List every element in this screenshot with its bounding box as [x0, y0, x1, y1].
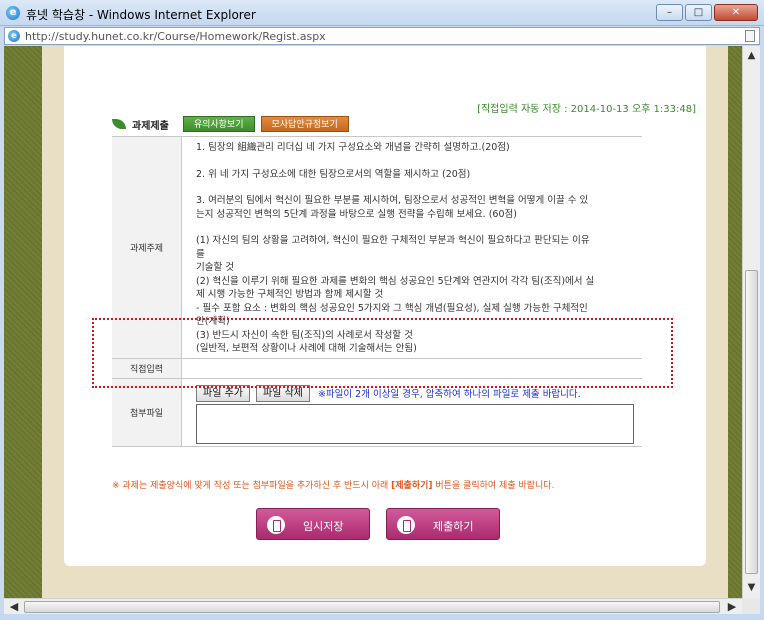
topic-line: 를: [196, 248, 205, 260]
topic-line: 제 시행 가능한 구체적인 방법과 함께 제시할 것: [196, 289, 384, 300]
horizontal-scroll-thumb[interactable]: [24, 601, 720, 613]
leaf-icon: [112, 119, 126, 129]
topic-line: 2. 위 네 가지 구성요소에 대한 팀장으로서의 역할을 제시하고 (20점): [196, 168, 471, 180]
temp-save-button[interactable]: 임시저장: [256, 508, 370, 540]
document-icon: [745, 30, 755, 42]
window-titlebar: e 휴넷 학습창 - Windows Internet Explorer – □…: [0, 0, 764, 26]
submit-label: 제출하기: [433, 520, 474, 533]
notice-text-strong: [제출하기]: [391, 481, 433, 491]
topic-line: (1) 자신의 팀의 상황을 고려하여, 혁신이 필요한 구체적인 부분과 혁신…: [196, 235, 590, 246]
horizontal-scrollbar[interactable]: ◀ ▶: [4, 598, 742, 614]
maximize-button[interactable]: □: [685, 4, 712, 21]
vertical-scroll-thumb[interactable]: [745, 270, 758, 574]
topic-line: 1. 팀장의 組織관리 리더십 네 가지 구성요소와 개념을 간략히 설명하고.…: [196, 142, 510, 153]
content-panel: [직접입력 자동 저장 : 2014-10-13 오후 1:33:48] 과제제…: [64, 46, 706, 566]
scroll-down-arrow-icon[interactable]: ▼: [743, 580, 760, 596]
notice-text-before: ※ 과제는 제출양식에 맞게 작성 또는 첨부파일을 추가하신 후 반드시 아래: [112, 481, 392, 491]
notebook-icon: [267, 516, 285, 534]
topic-line: 3. 여러분의 팀에서 혁신이 필요한 부분를 제시하여, 팀장으로서 성공적인…: [196, 195, 589, 206]
scroll-left-arrow-icon[interactable]: ◀: [6, 599, 22, 615]
window-controls: – □ ✕: [656, 4, 758, 21]
submission-notice: ※ 과제는 제출양식에 맞게 작성 또는 첨부파일을 추가하신 후 반드시 아래…: [112, 478, 554, 491]
submit-button[interactable]: 제출하기: [386, 508, 500, 540]
topic-line: - 필수 포함 요소 : 변화의 핵심 성공요인 5가지와 그 핵심 개념(필요…: [196, 302, 588, 314]
topic-line: 는지 성공적인 변혁의 5단계 과정을 바탕으로 실행 전략을 수립해 보세요.…: [196, 208, 517, 220]
file-note: ※파일이 2개 이상일 경우, 압축하여 하나의 파일로 제출 바랍니다.: [317, 389, 581, 400]
sample-rule-button[interactable]: 모사답안규정보기: [260, 116, 349, 132]
topic-line: 기술할 것: [196, 262, 234, 273]
ie-logo-icon: e: [6, 6, 20, 20]
address-bar[interactable]: e http://study.hunet.co.kr/Course/Homewo…: [4, 27, 760, 45]
section-title: 과제제출: [132, 120, 169, 132]
section-header: 과제제출 유의사항보기 모사답안규정보기: [112, 116, 349, 132]
scroll-right-arrow-icon[interactable]: ▶: [724, 599, 740, 615]
homework-form-table: 과제주제 1. 팀장의 組織관리 리더십 네 가지 구성요소와 개념을 간략히 …: [112, 136, 642, 447]
address-url[interactable]: http://study.hunet.co.kr/Course/Homework…: [25, 30, 326, 43]
scroll-up-arrow-icon[interactable]: ▲: [743, 48, 760, 64]
file-label: 첨부파일: [112, 377, 182, 447]
notice-view-button[interactable]: 유의사항보기: [182, 116, 255, 132]
highlight-dotted-box: [92, 318, 673, 388]
file-content: 파일 추가 파일 삭제 ※파일이 2개 이상일 경우, 압축하여 하나의 파일로…: [181, 377, 642, 447]
scroll-corner: [742, 598, 760, 614]
autosave-status: [직접입력 자동 저장 : 2014-10-13 오후 1:33:48]: [477, 104, 696, 115]
minimize-button[interactable]: –: [656, 4, 683, 21]
file-list-box[interactable]: [196, 403, 634, 444]
window-title: 휴넷 학습창 - Windows Internet Explorer: [26, 8, 256, 22]
window-bottom-edge: [0, 614, 764, 620]
topic-line: (2) 혁신을 이루기 위해 필요한 과제를 변화의 핵심 성공요인 5단계와 …: [196, 275, 595, 287]
file-row: 첨부파일 파일 추가 파일 삭제 ※파일이 2개 이상일 경우, 압축하여 하나…: [112, 377, 642, 447]
temp-save-label: 임시저장: [303, 520, 344, 533]
notice-text-after: 버튼을 클릭하여 제출 바랍니다.: [432, 481, 555, 491]
notebook-icon: [397, 516, 415, 534]
page-icon: e: [8, 30, 20, 42]
close-button[interactable]: ✕: [714, 4, 758, 21]
vertical-scrollbar[interactable]: ▲ ▼: [742, 46, 760, 598]
